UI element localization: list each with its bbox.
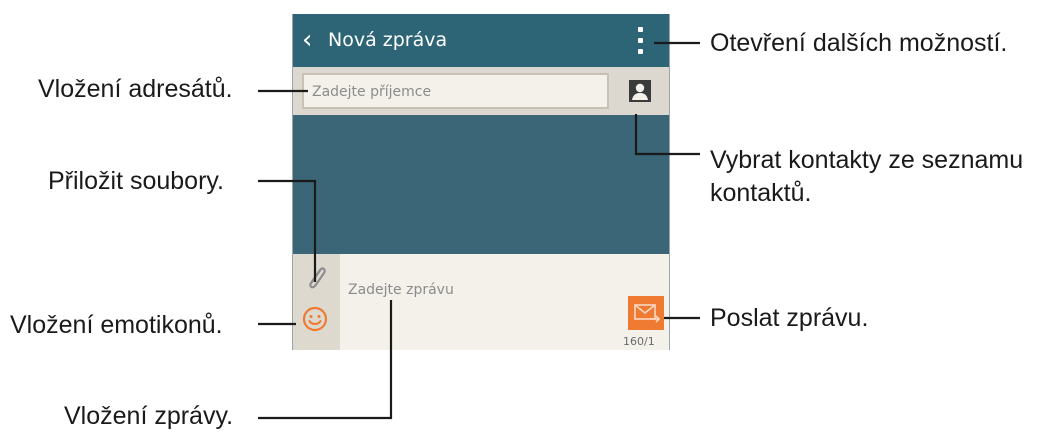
page-title: Nová zpráva [328,29,448,51]
paperclip-icon[interactable] [304,263,328,293]
send-envelope-icon[interactable] [628,296,664,330]
compose-area: Zadejte zprávu 160/1 [292,254,670,350]
callout-select-contacts-line2: kontaktů. [710,179,812,207]
callout-enter-message: Vložení zprávy. [64,402,234,430]
callout-select-contacts-line1: Vybrat kontakty ze seznamu [710,146,1024,174]
callout-attach-files: Přiložit soubory. [48,167,224,195]
smiley-icon[interactable] [302,306,328,332]
app-bar: ‹ Nová zpráva [292,14,670,67]
contact-card-icon[interactable] [628,79,652,103]
recipient-bar: Zadejte příjemce [292,67,670,115]
callout-insert-recipients: Vložení adresátů. [38,75,233,103]
recipient-input[interactable]: Zadejte příjemce [302,73,609,109]
chevron-left-icon[interactable]: ‹ [302,25,324,55]
message-input[interactable]: Zadejte zprávu [348,282,454,298]
message-thread-area [292,115,670,254]
compose-side-column [292,254,340,350]
phone-screen: ‹ Nová zpráva Zadejte příjemce Zadejte z… [292,14,670,350]
callout-more-options: Otevření dalších možností. [710,29,1008,57]
character-counter: 160/1 [623,335,655,348]
callout-send-message: Poslat zprávu. [710,304,869,332]
more-vertical-icon[interactable] [630,24,650,58]
callout-insert-emoticons: Vložení emotikonů. [10,311,223,339]
